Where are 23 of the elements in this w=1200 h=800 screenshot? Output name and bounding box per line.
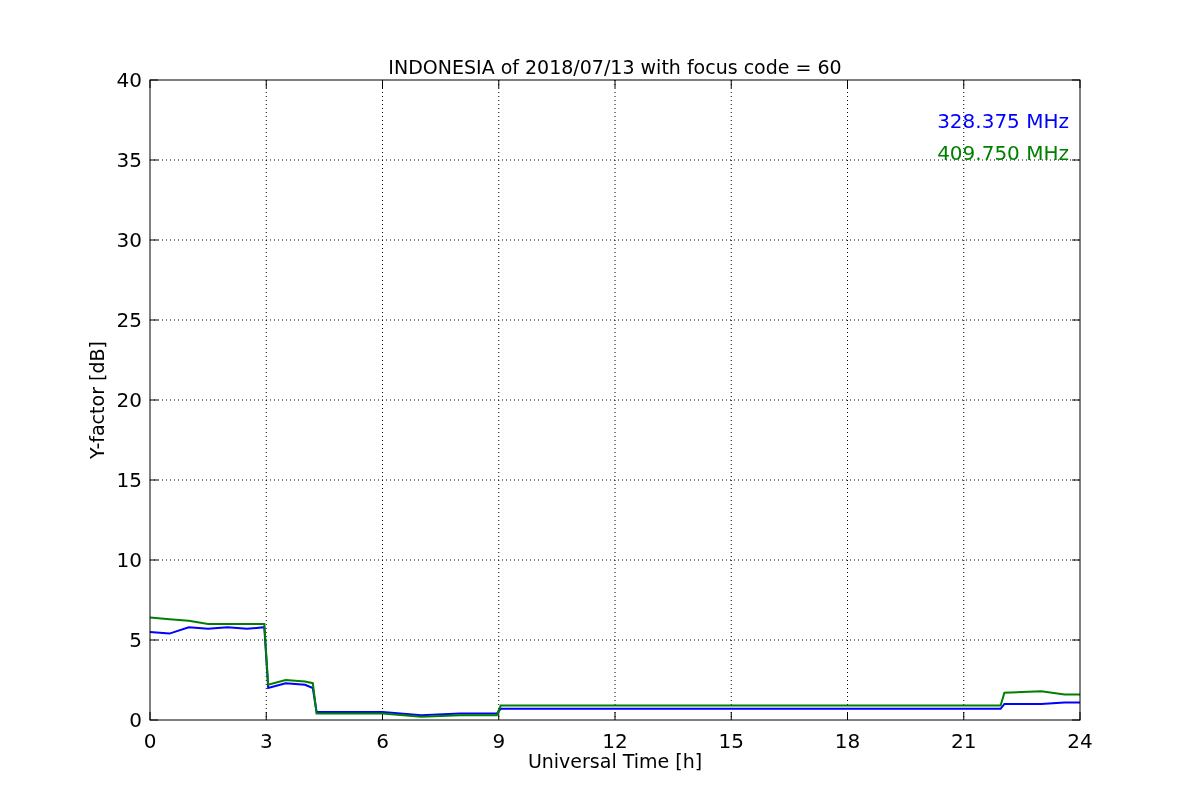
tick-label: 21	[951, 729, 977, 753]
tick-label: 15	[718, 729, 744, 753]
tick-label: 6	[376, 729, 389, 753]
tick-label: 20	[116, 388, 142, 412]
tick-label: 25	[116, 308, 142, 332]
tick-label: 30	[116, 228, 142, 252]
tick-label: 15	[116, 468, 142, 492]
tick-label: 35	[116, 148, 142, 172]
tick-label: 3	[259, 729, 273, 753]
tick-label: 5	[129, 628, 142, 652]
tick-label: 0	[129, 708, 142, 732]
legend-label: 409.750 MHz	[937, 141, 1069, 165]
tick-label: 10	[116, 548, 142, 572]
tick-label: 24	[1067, 729, 1093, 753]
tick-label: 0	[143, 729, 157, 753]
tick-label: 40	[116, 68, 142, 92]
tick-label: 9	[492, 729, 506, 753]
tick-label: 12	[602, 729, 628, 753]
tick-label: 18	[834, 729, 861, 753]
legend-label: 328.375 MHz	[937, 109, 1069, 133]
x-axis-label: Universal Time [h]	[527, 750, 703, 772]
chart-title: INDONESIA of 2018/07/13 with focus code = 60	[388, 56, 842, 78]
y-axis-label: Y-factor [dB]	[86, 341, 108, 459]
